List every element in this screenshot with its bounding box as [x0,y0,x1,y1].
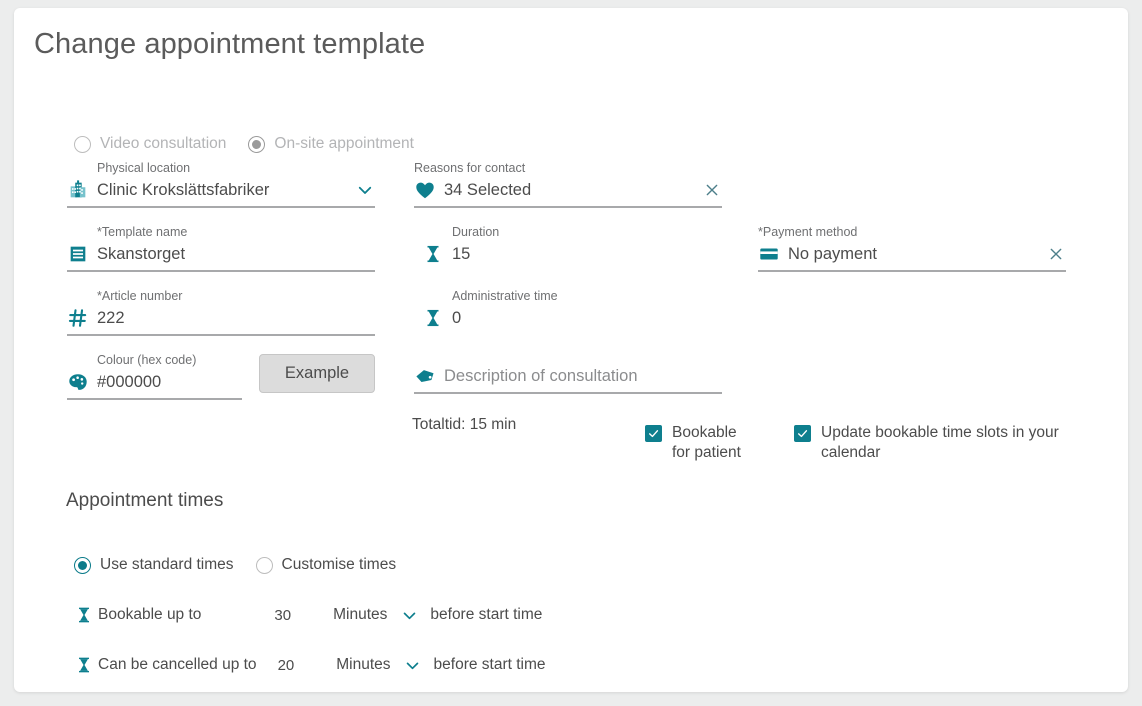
field-colour-hex[interactable]: Colour (hex code) #000000 [67,353,242,400]
field-duration[interactable]: Duration 15 [422,225,682,267]
description-input[interactable]: Description of consultation [444,367,722,386]
article-number-label: *Article number [97,289,183,303]
payment-method-underline [758,270,1066,272]
credit-card-icon [758,243,780,265]
radio-selected-icon [74,556,91,574]
physical-location-label: Physical location [97,161,191,175]
radio-unselected-icon [255,556,273,574]
tag-icon [414,365,436,387]
article-number-value: 222 [97,308,125,327]
description-underline [414,392,722,394]
chevron-down-icon[interactable] [399,605,419,625]
colour-hex-label: Colour (hex code) [97,353,197,367]
hourglass-icon [422,307,444,329]
bookable-up-to-unit[interactable]: Minutes [333,606,387,624]
radio-video-consultation-label: Video consultation [100,135,227,152]
payment-method-label: *Payment method [758,225,858,239]
row-can-be-cancelled-up-to: Can be cancelled up to 20 Minutes before… [74,655,546,675]
field-physical-location[interactable]: Physical location Clinic Krokslättsfabri… [67,161,375,208]
radio-selected-icon [248,135,266,153]
close-icon[interactable] [702,180,722,200]
radio-customise-times[interactable]: Customise times [255,556,397,574]
payment-method-value: No payment [788,244,877,263]
duration-label: Duration [452,225,500,239]
bookable-up-to-label: Bookable up to [98,606,202,623]
example-button[interactable]: Example [259,354,375,393]
row-bookable-up-to: Bookable up to 30 Minutes before start t… [74,605,542,625]
template-name-label: *Template name [97,225,188,239]
physical-location-value: Clinic Krokslättsfabriker [97,180,270,199]
appointment-template-card: Change appointment template Video consul… [14,8,1128,692]
hash-icon [67,307,89,329]
field-article-number[interactable]: *Article number 222 [67,289,375,336]
colour-hex-value: #000000 [97,372,162,391]
heart-icon [414,179,436,201]
bookable-up-to-value[interactable]: 30 [274,607,291,624]
page-title: Change appointment template [34,28,426,60]
appointment-times-title: Appointment times [66,490,224,511]
bookable-up-to-suffix: before start time [430,606,543,623]
checkbox-bookable-for-patient[interactable]: Bookable for patient [645,423,755,463]
template-name-underline [67,270,375,272]
radio-video-consultation[interactable]: Video consultation [74,135,226,153]
can-be-cancelled-up-to-suffix: before start time [433,656,546,673]
article-number-underline [67,334,375,336]
field-description[interactable]: Description of consultation [414,363,722,394]
can-be-cancelled-up-to-label: Can be cancelled up to [98,656,257,673]
radio-use-standard-times[interactable]: Use standard times [74,556,234,574]
reasons-for-contact-value: 34 Selected [444,180,532,199]
chevron-down-icon[interactable] [355,180,375,200]
field-administrative-time[interactable]: Administrative time 0 [422,289,682,331]
total-time-text: Totaltid: 15 min [412,416,517,433]
radio-on-site-appointment[interactable]: On-site appointment [248,135,414,153]
checkbox-update-bookable-time-slots[interactable]: Update bookable time slots in your calen… [794,423,1062,463]
chevron-down-icon[interactable] [403,655,423,675]
field-reasons-for-contact[interactable]: Reasons for contact 34 Selected [414,161,722,208]
radio-customise-times-label: Customise times [281,556,397,573]
hourglass-icon [74,655,94,675]
hourglass-icon [74,605,94,625]
administrative-time-label: Administrative time [452,289,558,303]
close-icon[interactable] [1046,244,1066,264]
radio-on-site-appointment-label: On-site appointment [274,135,414,152]
reasons-for-contact-underline [414,206,722,208]
can-be-cancelled-up-to-unit[interactable]: Minutes [336,656,390,674]
checkbox-update-bookable-time-slots-label: Update bookable time slots in your calen… [821,424,1059,461]
administrative-time-value: 0 [452,308,462,327]
can-be-cancelled-up-to-value[interactable]: 20 [278,657,295,674]
appointment-times-mode-radio-group: Use standard times Customise times [74,556,418,574]
duration-value: 15 [452,244,471,263]
checkbox-checked-icon [794,425,811,442]
building-icon [67,179,89,201]
radio-unselected-icon [74,135,91,153]
hourglass-icon [422,243,444,265]
colour-hex-underline [67,398,242,400]
field-template-name[interactable]: *Template name Skanstorget [67,225,375,272]
list-icon [67,243,89,265]
checkbox-bookable-for-patient-label: Bookable for patient [672,424,741,461]
radio-use-standard-times-label: Use standard times [100,556,234,573]
appointment-type-radio-group: Video consultation On-site appointment [74,135,436,153]
field-payment-method[interactable]: *Payment method No payment [758,225,1066,272]
checkbox-checked-icon [645,425,662,442]
reasons-for-contact-label: Reasons for contact [414,161,526,175]
physical-location-underline [67,206,375,208]
template-name-value: Skanstorget [97,244,186,263]
palette-icon [67,371,89,393]
